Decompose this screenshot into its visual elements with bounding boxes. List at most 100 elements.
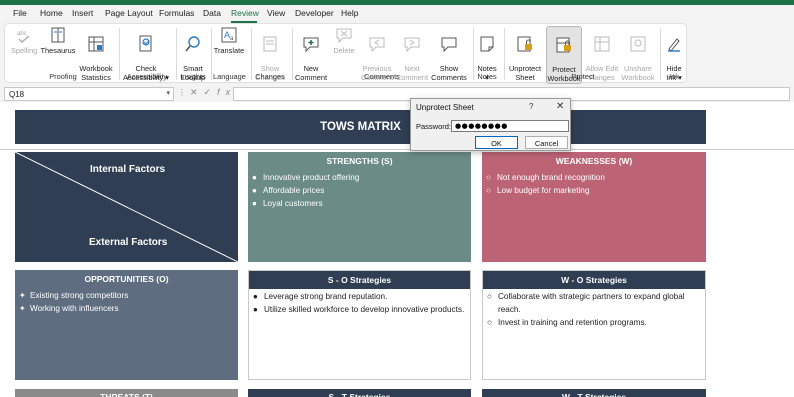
list-item: ✦ Existing strong competitors	[19, 291, 129, 300]
st-strategies-title: S - T Strategies	[328, 392, 391, 397]
ok-button[interactable]: OK	[475, 136, 518, 149]
opportunities-title: OPPORTUNITIES (O)	[84, 274, 169, 284]
ribbon-separator	[251, 28, 252, 80]
weaknesses-cell[interactable]: WEAKNESSES (W) ○ Not enough brand recogni…	[482, 152, 706, 262]
unprotect-sheet-button[interactable]: Unprotect Sheet	[506, 26, 544, 82]
menu-developer[interactable]: Developer	[295, 8, 334, 18]
circle-bullet-icon: ○	[486, 186, 491, 195]
page-title: TOWS MATRIX	[15, 110, 706, 144]
dialog-title: Unprotect Sheet	[416, 103, 474, 112]
password-field[interactable]: ●●●●●●●●	[451, 120, 569, 132]
bullet-icon: ●	[253, 305, 258, 314]
name-box[interactable]: Q18 ▾	[4, 87, 174, 101]
previous-comment-icon	[369, 37, 385, 53]
menu-home[interactable]: Home	[40, 8, 63, 18]
list-item: ● Leverage strong brand reputation.	[253, 292, 388, 301]
strengths-cell[interactable]: STRENGTHS (S) ● Innovative product offeri…	[248, 152, 471, 262]
ribbon-separator	[473, 28, 474, 80]
accessibility-icon	[139, 35, 152, 52]
circle-bullet-icon: ○	[486, 173, 491, 182]
close-icon[interactable]: ✕	[556, 101, 564, 112]
cancel-button[interactable]: Cancel	[525, 136, 568, 149]
thesaurus-button[interactable]: Thesaurus	[39, 26, 77, 55]
delete-comment-icon	[336, 28, 352, 44]
list-item: ○ Low budget for marketing	[486, 186, 590, 195]
protect-workbook-icon	[556, 37, 571, 53]
translate-icon: Aa	[221, 27, 237, 43]
ribbon-separator	[176, 28, 177, 80]
spelling-icon: abc	[17, 31, 30, 43]
list-item: ○ Invest in training and retention progra…	[487, 318, 647, 327]
list-item: ○ Collaborate with strategic partners to …	[487, 292, 685, 314]
new-comment-button[interactable]: New Comment	[293, 26, 329, 82]
bullet-icon: ●	[252, 199, 257, 208]
hide-ink-icon	[668, 38, 680, 52]
translate-button[interactable]: Aa Translate	[213, 26, 245, 55]
weaknesses-title: WEAKNESSES (W)	[555, 156, 633, 166]
internal-factors-label: Internal Factors	[90, 164, 166, 175]
unshare-workbook-button[interactable]: Unshare Workbook	[620, 26, 656, 82]
formula-bar-icons: ✕✓fx	[190, 87, 236, 98]
menu-insert[interactable]: Insert	[72, 8, 93, 18]
ribbon-panel: abc Spelling Thesaurus Workbook Statisti…	[4, 23, 687, 84]
list-item: ○ Not enough brand recognition	[486, 173, 605, 182]
wt-strategies-title: W - T Strategies	[561, 392, 627, 397]
worksheet[interactable]: TOWS MATRIX Internal Factors External Fa…	[0, 102, 794, 397]
enter-icon[interactable]: ✓	[204, 87, 218, 97]
menu-formulas[interactable]: Formulas	[159, 8, 194, 18]
workbook-statistics-icon	[88, 36, 104, 52]
row-divider	[0, 149, 794, 150]
spelling-button[interactable]: abc Spelling	[11, 26, 37, 55]
so-strategies-cell[interactable]: S - O Strategies ● Leverage strong brand …	[248, 270, 471, 380]
formula-bar: Q18 ▾ ⋮ ✕✓fx	[0, 86, 794, 102]
list-item: ✦ Working with influencers	[19, 304, 119, 313]
group-label-insights: Insights	[180, 72, 206, 81]
circle-bullet-icon: ○	[487, 292, 492, 301]
menu-view[interactable]: View	[267, 8, 285, 18]
thesaurus-icon	[51, 27, 65, 43]
factors-header-cell[interactable]: Internal Factors External Factors	[15, 152, 238, 262]
list-item: ● Loyal customers	[252, 199, 323, 208]
ribbon-separator	[660, 28, 661, 80]
group-label-ink: Ink	[669, 72, 679, 81]
diamond-bullet-icon: ✦	[19, 291, 26, 300]
ribbon-separator	[211, 28, 212, 80]
diamond-bullet-icon: ✦	[19, 304, 26, 313]
notes-icon	[480, 36, 494, 52]
st-strategies-cell[interactable]: S - T Strategies	[248, 389, 471, 397]
workbook-statistics-button[interactable]: Workbook Statistics	[77, 26, 115, 82]
show-changes-icon	[263, 36, 277, 52]
wt-strategies-cell[interactable]: W - T Strategies	[482, 389, 706, 397]
wo-strategies-cell[interactable]: W - O Strategies ○ Collaborate with strat…	[482, 270, 706, 380]
show-comments-button[interactable]: Show Comments	[429, 26, 469, 82]
ribbon: abc Spelling Thesaurus Workbook Statisti…	[0, 23, 794, 86]
menu-review[interactable]: Review	[231, 8, 259, 18]
more-options-icon[interactable]: ⋮	[178, 88, 186, 97]
opportunities-cell[interactable]: OPPORTUNITIES (O) ✦ Existing strong compe…	[15, 270, 238, 380]
bullet-icon: ●	[253, 292, 258, 301]
delete-comment-button[interactable]: Delete	[331, 26, 357, 55]
unprotect-sheet-dialog: Unprotect Sheet ? ✕ Password: ●●●●●●●● O…	[410, 98, 571, 151]
group-label-protect: Protect	[571, 72, 595, 81]
list-item: ● Utilize skilled workforce to develop in…	[253, 305, 465, 314]
external-factors-label: External Factors	[89, 237, 168, 248]
cancel-icon[interactable]: ✕	[190, 87, 204, 97]
menu-page-layout[interactable]: Page Layout	[105, 8, 153, 18]
list-item: ● Affordable prices	[252, 186, 325, 195]
menu-help[interactable]: Help	[341, 8, 358, 18]
new-comment-icon	[303, 37, 319, 53]
svg-text:abc: abc	[17, 31, 27, 37]
help-icon[interactable]: ?	[529, 102, 533, 111]
password-label: Password:	[416, 122, 452, 131]
group-label-accessibility: Accessibility	[126, 72, 168, 81]
ribbon-separator	[504, 28, 505, 80]
chevron-down-icon[interactable]: ▾	[166, 89, 170, 97]
menu-file[interactable]: File	[13, 8, 27, 18]
list-item: ● Innovative product offering	[252, 173, 360, 182]
ribbon-separator	[119, 28, 120, 80]
unprotect-sheet-icon	[517, 36, 532, 52]
unshare-workbook-icon	[630, 36, 646, 52]
menu-data[interactable]: Data	[203, 8, 221, 18]
wo-strategies-title: W - O Strategies	[483, 271, 705, 289]
threats-cell[interactable]: THREATS (T)	[15, 389, 238, 397]
